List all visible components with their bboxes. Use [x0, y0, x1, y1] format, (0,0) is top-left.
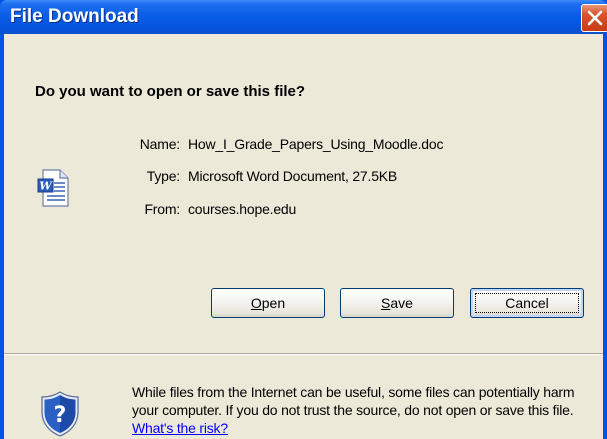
- question-text: Do you want to open or save this file?: [35, 83, 306, 100]
- from-label: From:: [144, 201, 180, 217]
- svg-text:?: ?: [54, 403, 67, 428]
- file-name: How_I_Grade_Papers_Using_Moodle.doc: [188, 136, 444, 152]
- separator: [4, 353, 603, 355]
- file-type: Microsoft Word Document, 27.5KB: [188, 168, 398, 184]
- dialog-title: File Download: [10, 6, 139, 27]
- file-source: courses.hope.edu: [188, 201, 297, 217]
- close-button[interactable]: [581, 4, 607, 32]
- whats-the-risk-link[interactable]: What's the risk?: [132, 420, 228, 436]
- security-shield-icon: ?: [41, 391, 79, 437]
- name-label: Name:: [139, 136, 180, 152]
- dialog-body: Do you want to open or save this file? W…: [4, 34, 603, 439]
- open-accelerator: O: [250, 295, 262, 311]
- security-warning-text: While files from the Internet can be use…: [132, 384, 575, 436]
- open-button[interactable]: Open: [211, 288, 325, 318]
- word-document-icon: W: [37, 169, 69, 207]
- file-download-dialog: File Download Do you want to open or sav…: [0, 0, 607, 439]
- focus-rectangle: [475, 293, 579, 313]
- save-accelerator: S: [381, 295, 391, 311]
- svg-text:W: W: [39, 180, 53, 193]
- save-button[interactable]: Save: [340, 288, 454, 318]
- type-label: Type:: [146, 168, 180, 184]
- cancel-button[interactable]: Cancel: [470, 288, 584, 318]
- close-icon: [587, 10, 603, 26]
- title-bar[interactable]: File Download: [0, 0, 607, 34]
